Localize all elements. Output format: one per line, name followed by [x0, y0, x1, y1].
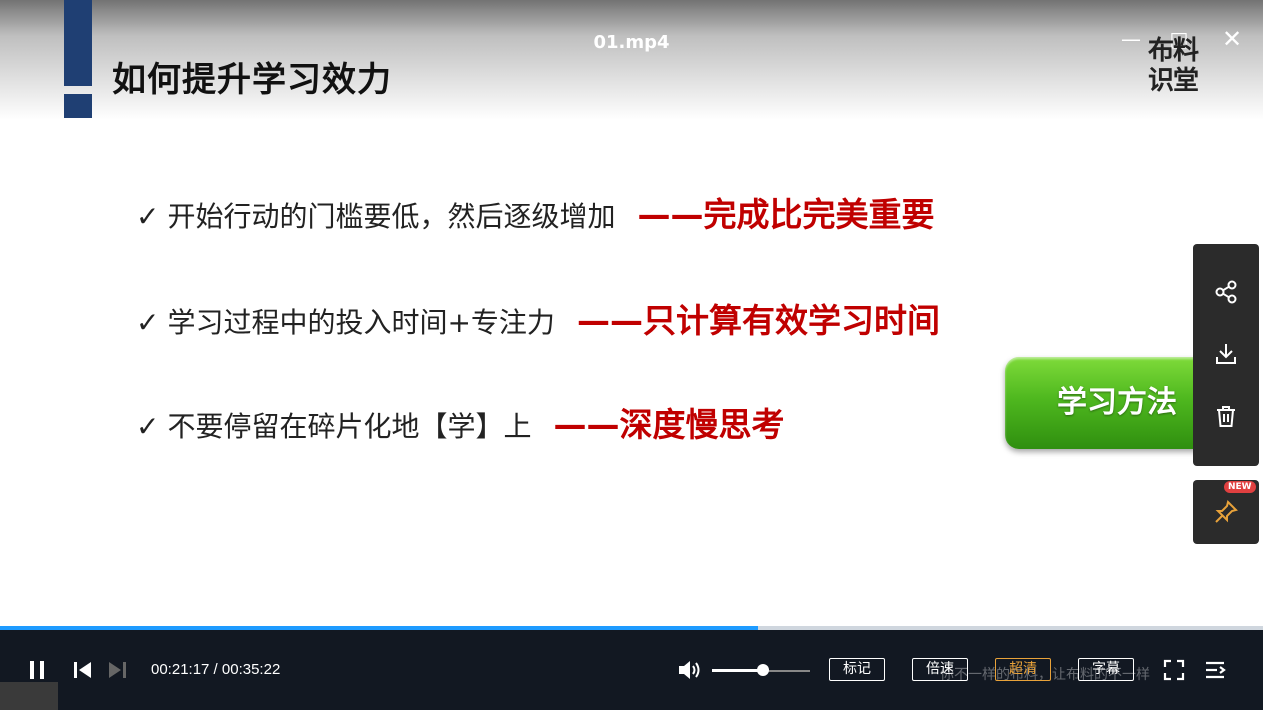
- delete-icon[interactable]: [1193, 386, 1259, 446]
- next-button[interactable]: [106, 660, 128, 684]
- playlist-button[interactable]: [1203, 658, 1227, 686]
- bullet-item: ✓ 学习过程中的投入时间+专注力 ——只计算有效学习时间: [136, 294, 940, 342]
- download-icon[interactable]: [1193, 324, 1259, 384]
- check-icon: ✓: [136, 410, 160, 443]
- bullet-item: ✓ 不要停留在碎片化地【学】上 ——深度慢思考: [136, 398, 784, 446]
- bullet-text: 开始行动的门槛要低，然后逐级增加: [167, 200, 616, 233]
- subtitles-button[interactable]: 字幕: [1078, 658, 1134, 681]
- pin-icon: [1215, 500, 1238, 523]
- pause-icon: [30, 661, 44, 679]
- thumbnail-preview: [0, 682, 58, 710]
- slide-title: 如何提升学习效力: [112, 60, 392, 100]
- skip-forward-icon: [109, 662, 126, 678]
- playlist-icon: [1206, 661, 1226, 679]
- window-title: 01.mp4: [593, 32, 670, 53]
- fullscreen-icon: [1163, 659, 1185, 681]
- check-icon: ✓: [136, 200, 160, 233]
- brand-logo: 布料 识堂: [1148, 36, 1218, 102]
- quality-button[interactable]: 超清: [995, 658, 1051, 681]
- logo-line-1: 布料: [1148, 36, 1199, 66]
- close-button[interactable]: ✕: [1219, 26, 1245, 52]
- player-controls: 00:21:17 / 00:35:22 你不一样的布料，让布料的不一样 标记 倍…: [0, 630, 1263, 710]
- new-badge: NEW: [1224, 481, 1256, 493]
- speaker-icon: [679, 661, 700, 679]
- side-toolbar: [1193, 244, 1259, 466]
- time-display: 00:21:17 / 00:35:22: [151, 661, 281, 678]
- title-accent-block: [64, 94, 92, 118]
- bullet-text: 学习过程中的投入时间+专注力: [167, 306, 555, 339]
- previous-button[interactable]: [72, 660, 94, 684]
- volume-button[interactable]: [676, 658, 702, 686]
- bullet-emphasis: ——深度慢思考: [553, 405, 785, 444]
- skip-back-icon: [74, 662, 91, 678]
- video-frame[interactable]: 如何提升学习效力 01.mp4 — □ ✕ 布料 识堂 ✓ 开始行动的门槛要低，然…: [0, 0, 1263, 642]
- fullscreen-button[interactable]: [1162, 658, 1186, 686]
- volume-handle[interactable]: [756, 664, 769, 676]
- bullet-emphasis: ——只计算有效学习时间: [576, 301, 940, 340]
- bullet-emphasis: ——完成比完美重要: [637, 195, 935, 234]
- mark-button[interactable]: 标记: [829, 658, 885, 681]
- bullet-text: 不要停留在碎片化地【学】上: [167, 410, 532, 443]
- share-icon[interactable]: [1193, 262, 1259, 322]
- volume-fill: [712, 669, 763, 672]
- check-icon: ✓: [136, 306, 160, 339]
- logo-line-2: 识堂: [1148, 66, 1199, 96]
- speed-button[interactable]: 倍速: [912, 658, 968, 681]
- bullet-item: ✓ 开始行动的门槛要低，然后逐级增加 ——完成比完美重要: [136, 188, 934, 236]
- minimize-button[interactable]: —: [1118, 26, 1144, 52]
